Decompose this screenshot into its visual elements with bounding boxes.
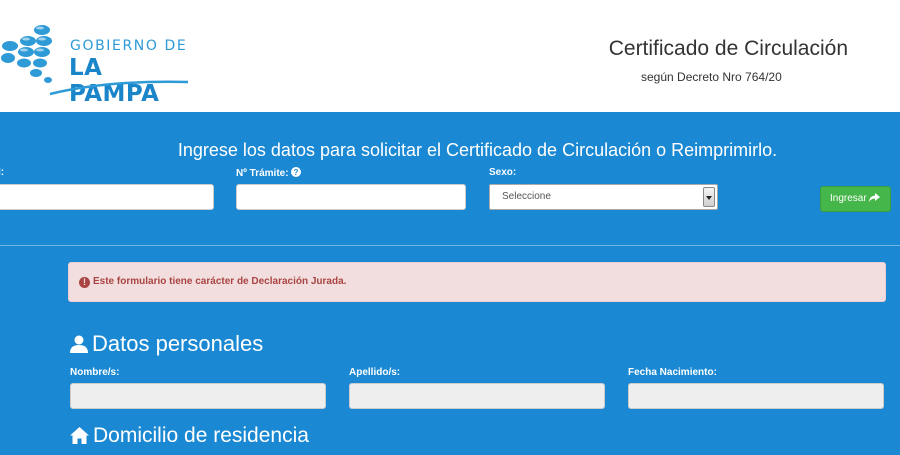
- nombre-label: Nombre/s:: [70, 367, 120, 378]
- apellido-label: Apellido/s:: [349, 367, 401, 378]
- ingresar-button-label: Ingresar: [830, 193, 867, 204]
- home-icon: [70, 427, 89, 444]
- gobierno-la-pampa-logo[interactable]: GOBIERNO DE LA PAMPA: [0, 10, 200, 107]
- logo-swoosh: [49, 80, 189, 96]
- fecha-nacimiento-label: Fecha Nacimiento:: [628, 367, 717, 378]
- logo-text-gobierno: GOBIERNO DE: [70, 38, 188, 54]
- dni-label: I:: [0, 167, 5, 178]
- dni-input[interactable]: [0, 184, 214, 210]
- exclamation-circle-icon: !: [79, 277, 90, 288]
- domicilio-heading: Domicilio de residencia: [70, 424, 309, 448]
- user-icon: [70, 335, 88, 353]
- tramite-label-text: Nº Trámite:: [236, 168, 289, 179]
- page-header: GOBIERNO DE LA PAMPA Certificado de Circ…: [0, 0, 900, 112]
- domicilio-title: Domicilio de residencia: [93, 424, 309, 447]
- sexo-select[interactable]: Seleccione: [489, 184, 718, 210]
- apellido-input[interactable]: [349, 383, 605, 409]
- form-panel: Ingrese los datos para solicitar el Cert…: [0, 112, 900, 455]
- ingresar-button[interactable]: Ingresar: [820, 186, 891, 212]
- page-subtitle: según Decreto Nro 764/20: [641, 70, 782, 84]
- tramite-label: Nº Trámite: ?: [236, 167, 302, 179]
- sexo-label: Sexo:: [489, 167, 517, 178]
- nombre-input[interactable]: [70, 383, 326, 409]
- help-icon[interactable]: ?: [291, 167, 302, 177]
- page-title: Certificado de Circulación: [608, 37, 848, 60]
- tramite-input[interactable]: [236, 184, 466, 210]
- chevron-down-icon[interactable]: [703, 187, 715, 207]
- svg-text:?: ?: [294, 168, 299, 177]
- declaracion-jurada-alert: ! Este formulario tiene carácter de Decla…: [68, 262, 886, 302]
- datos-personales-title: Datos personales: [92, 331, 264, 356]
- fecha-nacimiento-input[interactable]: [628, 383, 884, 409]
- alert-text: Este formulario tiene carácter de Declar…: [93, 276, 347, 287]
- section-divider: [0, 245, 900, 246]
- datos-personales-heading: Datos personales: [70, 331, 263, 357]
- search-heading: Ingrese los datos para solicitar el Cert…: [177, 140, 778, 160]
- sexo-selected-value: Seleccione: [502, 191, 551, 202]
- share-arrow-icon: [869, 193, 881, 202]
